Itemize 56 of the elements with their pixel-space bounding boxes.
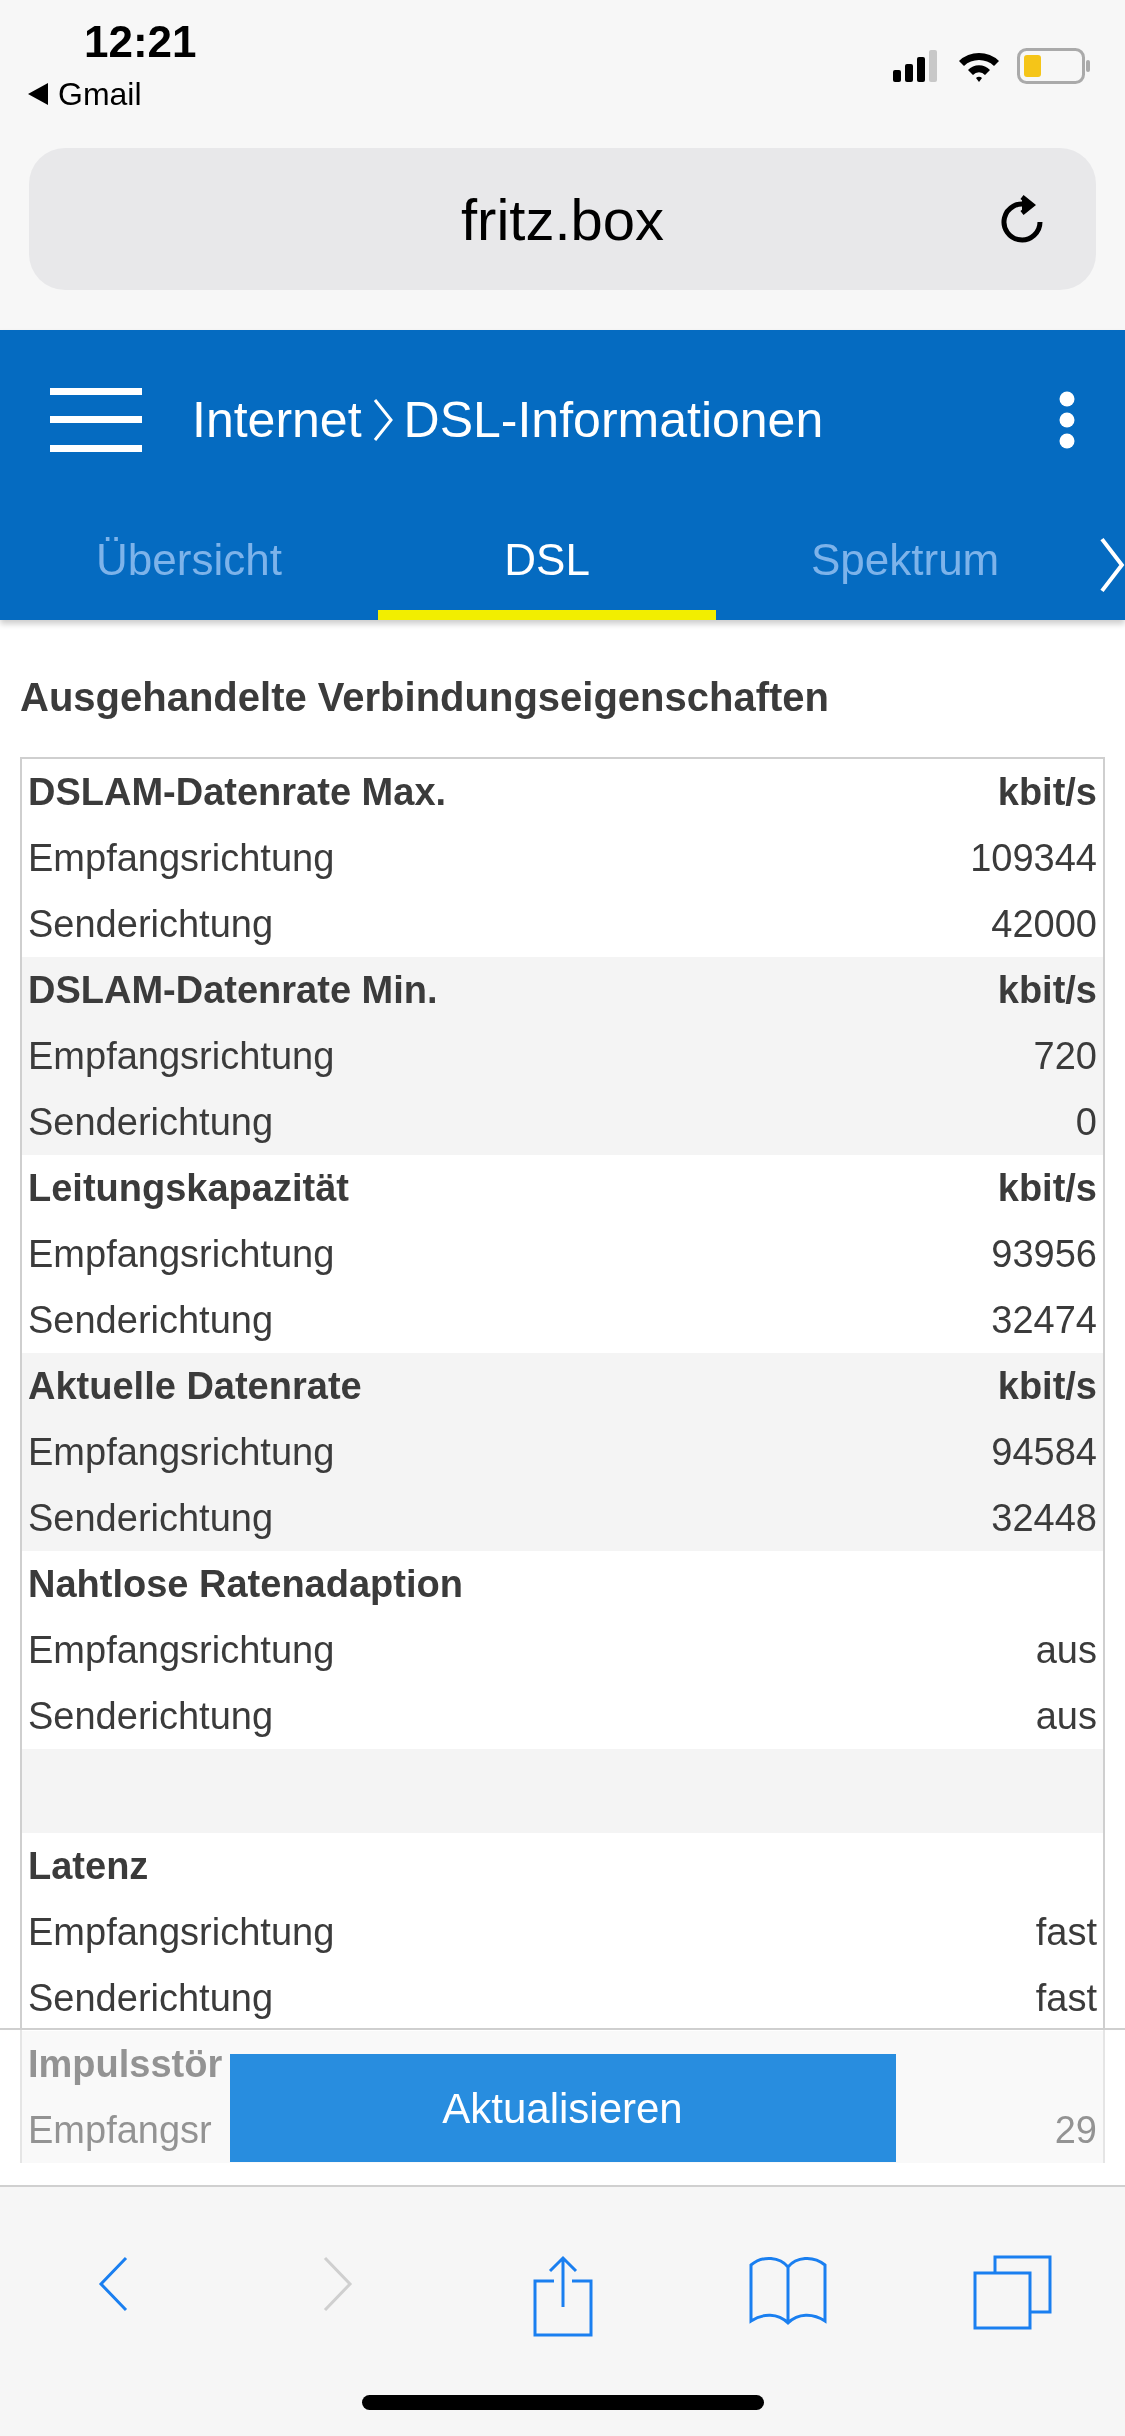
more-icon[interactable] bbox=[1059, 391, 1075, 449]
row-value: 93956 bbox=[991, 1231, 1097, 1277]
url-text: fritz.box bbox=[460, 185, 665, 254]
row-value: 0 bbox=[1075, 1099, 1097, 1145]
group-title: Latenz bbox=[28, 1843, 149, 1889]
row-label: Empfangsrichtung bbox=[28, 1909, 335, 1955]
row-label: Empfangsrichtung bbox=[28, 1627, 335, 1673]
back-app-link[interactable]: Gmail bbox=[58, 78, 142, 110]
group-title: Leitungskapazität bbox=[28, 1165, 349, 1211]
group-title: DSLAM-Datenrate Min. bbox=[28, 967, 438, 1013]
back-triangle-icon bbox=[28, 83, 48, 105]
row-value: 32474 bbox=[991, 1297, 1097, 1343]
row-value: fast bbox=[1035, 1909, 1097, 1955]
row-value: 94584 bbox=[991, 1429, 1097, 1475]
row-value: 42000 bbox=[991, 901, 1097, 947]
row-value: 720 bbox=[1033, 1033, 1097, 1079]
group-title: Nahtlose Ratenadaption bbox=[28, 1561, 463, 1607]
row-label: Empfangsrichtung bbox=[28, 1231, 335, 1277]
refresh-button[interactable]: Aktualisieren bbox=[229, 2054, 896, 2162]
row-value: 29 bbox=[1054, 2107, 1097, 2153]
group-title: Impulsstör bbox=[28, 2041, 223, 2087]
row-label: Empfangsrichtung bbox=[28, 1429, 335, 1475]
unit-label: kbit/s bbox=[997, 769, 1097, 815]
row-label: Empfangsrichtung bbox=[28, 1033, 335, 1079]
battery-icon bbox=[1017, 48, 1091, 84]
tab[interactable]: DSL bbox=[378, 510, 717, 620]
unit-label: kbit/s bbox=[997, 967, 1097, 1013]
breadcrumb-item: DSL-Informationen bbox=[403, 390, 824, 450]
row-value: fast bbox=[1035, 1975, 1097, 2021]
row-label: Senderichtung bbox=[28, 1693, 274, 1739]
group-title: DSLAM-Datenrate Max. bbox=[28, 769, 447, 815]
row-label: Senderichtung bbox=[28, 1099, 274, 1145]
chevron-icon bbox=[371, 398, 394, 442]
row-value: 32448 bbox=[991, 1495, 1097, 1541]
row-label: Senderichtung bbox=[28, 1297, 274, 1343]
row-label: Senderichtung bbox=[28, 1495, 274, 1541]
row-label: Empfangsr bbox=[28, 2107, 212, 2153]
status-time: 12:21 bbox=[84, 20, 197, 64]
chevron-right-icon[interactable] bbox=[1099, 537, 1125, 593]
unit-label: kbit/s bbox=[997, 1165, 1097, 1211]
section-title: Ausgehandelte Verbindungseigenschaften bbox=[20, 674, 831, 721]
tabs-icon[interactable] bbox=[972, 2255, 1053, 2331]
book-icon[interactable] bbox=[747, 2255, 828, 2327]
row-value: aus bbox=[1035, 1627, 1097, 1673]
row-value: aus bbox=[1035, 1693, 1097, 1739]
share-icon[interactable] bbox=[531, 2255, 594, 2337]
row-label: Senderichtung bbox=[28, 1975, 274, 2021]
wifi-icon bbox=[957, 50, 1001, 82]
unit-label: kbit/s bbox=[997, 1363, 1097, 1409]
row-label: Senderichtung bbox=[28, 901, 274, 947]
row-label: Empfangsrichtung bbox=[28, 835, 335, 881]
row-value: 109344 bbox=[970, 835, 1097, 881]
breadcrumb-item[interactable]: Internet bbox=[192, 382, 362, 458]
group-title: Aktuelle Datenrate bbox=[28, 1363, 362, 1409]
address-bar[interactable]: fritz.box bbox=[29, 148, 1096, 290]
menu-icon[interactable] bbox=[50, 388, 142, 452]
